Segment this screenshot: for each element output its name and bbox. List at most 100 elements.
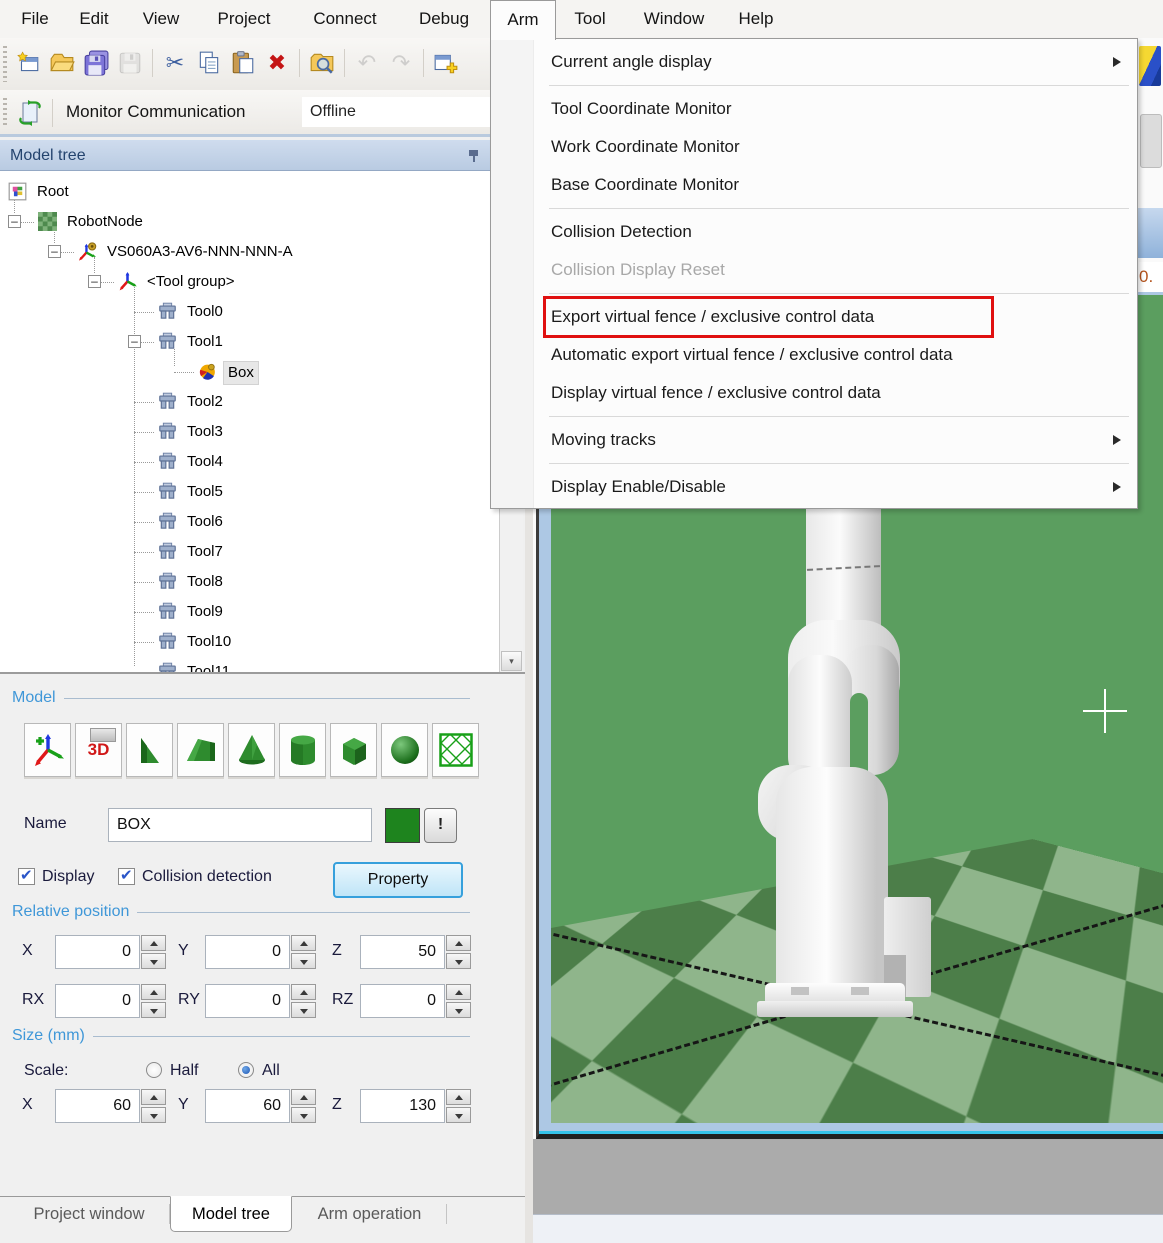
menubar-item-tool[interactable]: Tool bbox=[556, 0, 624, 38]
tree-node-label[interactable]: Tool11 bbox=[183, 661, 234, 672]
scale-radio-half[interactable] bbox=[146, 1062, 162, 1078]
relative-position-rx-spinner[interactable] bbox=[141, 984, 166, 1018]
menu-item-tool-coordinate-monitor[interactable]: Tool Coordinate Monitor bbox=[491, 90, 1137, 128]
tree-node-label[interactable]: VS060A3-AV6-NNN-NNN-A bbox=[103, 241, 297, 263]
sync-icon[interactable] bbox=[14, 97, 46, 129]
relative-position-x-input[interactable] bbox=[55, 935, 140, 969]
copy-icon[interactable] bbox=[193, 47, 225, 79]
spin-up-button[interactable] bbox=[446, 1089, 471, 1105]
tree-node-box[interactable]: Box bbox=[0, 357, 499, 387]
tree-node-vs060a3-av6-nnn-nnn-a[interactable]: – VS060A3-AV6-NNN-NNN-A bbox=[0, 237, 499, 267]
tree-node-tool1[interactable]: –Tool1 bbox=[0, 327, 499, 357]
spin-up-button[interactable] bbox=[141, 935, 166, 951]
menu-item-work-coordinate-monitor[interactable]: Work Coordinate Monitor bbox=[491, 128, 1137, 166]
menu-item-automatic-export-virtual-fence-exclusive-control-data[interactable]: Automatic export virtual fence / exclusi… bbox=[491, 336, 1137, 374]
tree-node-tool-group[interactable]: – <Tool group> bbox=[0, 267, 499, 297]
scale-radio-all[interactable] bbox=[238, 1062, 254, 1078]
spin-down-button[interactable] bbox=[141, 1107, 166, 1123]
cut-icon[interactable]: ✂ bbox=[159, 47, 191, 79]
tree-node-label[interactable]: Tool9 bbox=[183, 601, 227, 623]
menu-item-export-virtual-fence-exclusive-control-data[interactable]: Export virtual fence / exclusive control… bbox=[491, 298, 1137, 336]
open-project-icon[interactable] bbox=[46, 47, 78, 79]
tree-node-label[interactable]: Tool8 bbox=[183, 571, 227, 593]
tree-node-tool4[interactable]: Tool4 bbox=[0, 447, 499, 477]
tree-node-label[interactable]: Tool3 bbox=[183, 421, 227, 443]
collision-detection-checkbox[interactable]: ✔ bbox=[118, 868, 135, 885]
tree-node-tool2[interactable]: Tool2 bbox=[0, 387, 499, 417]
tree-node-tool3[interactable]: Tool3 bbox=[0, 417, 499, 447]
spin-down-button[interactable] bbox=[141, 953, 166, 969]
scale-radio-label-half[interactable]: Half bbox=[170, 1062, 198, 1080]
size-z-input[interactable] bbox=[360, 1089, 445, 1123]
size-x-input[interactable] bbox=[55, 1089, 140, 1123]
sphere-button[interactable] bbox=[381, 723, 428, 777]
display-checkbox[interactable]: ✔ bbox=[18, 868, 35, 885]
tree-node-tool11[interactable]: Tool11 bbox=[0, 657, 499, 672]
relative-position-y-input[interactable] bbox=[205, 935, 290, 969]
tree-node-label[interactable]: Tool6 bbox=[183, 511, 227, 533]
import-3d-button[interactable]: 3D bbox=[75, 723, 122, 777]
tree-expander[interactable]: – bbox=[128, 335, 141, 348]
spin-down-button[interactable] bbox=[291, 953, 316, 969]
slope-button[interactable] bbox=[177, 723, 224, 777]
pin-icon[interactable] bbox=[468, 148, 480, 162]
spin-down-button[interactable] bbox=[291, 1107, 316, 1123]
menu-item-current-angle-display[interactable]: Current angle display bbox=[491, 43, 1137, 81]
size-y-spinner[interactable] bbox=[291, 1089, 316, 1123]
relative-position-ry-input[interactable] bbox=[205, 984, 290, 1018]
spin-up-button[interactable] bbox=[141, 1089, 166, 1105]
relative-position-rz-input[interactable] bbox=[360, 984, 445, 1018]
relative-position-rx-input[interactable] bbox=[55, 984, 140, 1018]
wedge-button[interactable] bbox=[126, 723, 173, 777]
tree-expander[interactable]: – bbox=[88, 275, 101, 288]
scroll-down-button[interactable]: ▾ bbox=[501, 651, 522, 671]
name-input[interactable] bbox=[108, 808, 372, 842]
tree-node-tool10[interactable]: Tool10 bbox=[0, 627, 499, 657]
tree-node-label[interactable]: Tool4 bbox=[183, 451, 227, 473]
size-x-spinner[interactable] bbox=[141, 1089, 166, 1123]
tree-node-tool8[interactable]: Tool8 bbox=[0, 567, 499, 597]
tree-node-label[interactable]: Box bbox=[223, 361, 259, 385]
delete-icon[interactable]: ✖ bbox=[261, 47, 293, 79]
tree-node-tool0[interactable]: Tool0 bbox=[0, 297, 499, 327]
tree-expander[interactable]: – bbox=[8, 215, 21, 228]
spin-up-button[interactable] bbox=[291, 984, 316, 1000]
menubar-item-connect[interactable]: Connect bbox=[292, 0, 398, 38]
tree-node-label[interactable]: Tool5 bbox=[183, 481, 227, 503]
menu-item-moving-tracks[interactable]: Moving tracks bbox=[491, 421, 1137, 459]
relative-position-rz-spinner[interactable] bbox=[446, 984, 471, 1018]
menu-item-collision-detection[interactable]: Collision Detection bbox=[491, 213, 1137, 251]
tree-node-robotnode[interactable]: – RobotNode bbox=[0, 207, 499, 237]
relative-position-ry-spinner[interactable] bbox=[291, 984, 316, 1018]
menubar-item-view[interactable]: View bbox=[126, 0, 196, 38]
cube-button[interactable] bbox=[330, 723, 377, 777]
menu-item-display-virtual-fence-exclusive-control-data[interactable]: Display virtual fence / exclusive contro… bbox=[491, 374, 1137, 412]
tree-expander[interactable]: – bbox=[48, 245, 61, 258]
save-all-icon[interactable] bbox=[80, 47, 112, 79]
spin-up-button[interactable] bbox=[141, 984, 166, 1000]
scale-radio-label-all[interactable]: All bbox=[262, 1062, 280, 1080]
menubar-item-project[interactable]: Project bbox=[196, 0, 292, 38]
tree-node-label[interactable]: RobotNode bbox=[63, 211, 147, 233]
search-icon[interactable] bbox=[306, 47, 338, 79]
spin-down-button[interactable] bbox=[141, 1002, 166, 1018]
tab-project-window[interactable]: Project window bbox=[8, 1197, 170, 1231]
tab-model-tree[interactable]: Model tree bbox=[170, 1196, 292, 1232]
menubar-item-debug[interactable]: Debug bbox=[398, 0, 490, 38]
menu-item-display-enable-disable[interactable]: Display Enable/Disable bbox=[491, 468, 1137, 506]
tree-node-label[interactable]: Tool2 bbox=[183, 391, 227, 413]
tree-node-label[interactable]: <Tool group> bbox=[143, 271, 239, 293]
tree-node-tool5[interactable]: Tool5 bbox=[0, 477, 499, 507]
spin-up-button[interactable] bbox=[291, 1089, 316, 1105]
toolbar-grip[interactable] bbox=[3, 98, 7, 126]
tree-node-tool9[interactable]: Tool9 bbox=[0, 597, 499, 627]
warning-button[interactable]: ! bbox=[424, 808, 457, 843]
tree-node-tool6[interactable]: Tool6 bbox=[0, 507, 499, 537]
spin-down-button[interactable] bbox=[446, 953, 471, 969]
spin-down-button[interactable] bbox=[446, 1107, 471, 1123]
tree-node-label[interactable]: Tool7 bbox=[183, 541, 227, 563]
menu-item-base-coordinate-monitor[interactable]: Base Coordinate Monitor bbox=[491, 166, 1137, 204]
paste-icon[interactable] bbox=[227, 47, 259, 79]
cylinder-button[interactable] bbox=[279, 723, 326, 777]
relative-position-z-input[interactable] bbox=[360, 935, 445, 969]
